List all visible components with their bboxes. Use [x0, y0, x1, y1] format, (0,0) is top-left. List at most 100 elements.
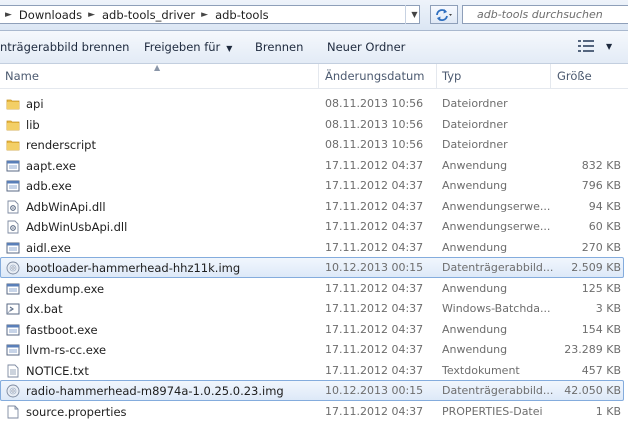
file-date: 08.11.2013 10:56	[325, 117, 424, 131]
file-size: 457 KB	[581, 363, 621, 377]
file-list: api 08.11.2013 10:56 Dateiordner lib 08.11.2…	[0, 93, 628, 421]
file-size: 60 KB	[588, 220, 621, 233]
file-name: api	[26, 97, 44, 111]
burn-image-button[interactable]: nträgerabbild brennen	[0, 40, 129, 54]
file-row[interactable]: NOTICE.txt 17.11.2012 04:37 Textdokument 45…	[0, 360, 624, 381]
chevron-down-icon: ▼	[226, 44, 233, 53]
file-date: 17.11.2012 04:37	[325, 158, 424, 172]
file-row[interactable]: bootloader-hammerhead-hhz11k.img 10.12.20…	[0, 257, 624, 278]
command-toolbar: nträgerabbild brennen Freigeben für ▼ Bre…	[0, 31, 628, 64]
file-name: llvm-rs-cc.exe	[26, 343, 107, 357]
breadcrumb-downloads[interactable]: Downloads	[19, 8, 82, 22]
column-header-row: ▲ Name Änderungsdatum Typ Größe	[0, 63, 628, 89]
file-date: 17.11.2012 04:37	[325, 322, 424, 336]
file-size: 154 KB	[581, 322, 621, 336]
file-row[interactable]: AdbWinUsbApi.dll 17.11.2012 04:37 Anwendun…	[0, 216, 624, 237]
file-row[interactable]: AdbWinApi.dll 17.11.2012 04:37 Anwendungse…	[0, 196, 624, 217]
burn-button[interactable]: Brennen	[255, 40, 303, 54]
generic-file-icon	[6, 405, 20, 419]
column-divider[interactable]	[436, 64, 437, 88]
text-file-icon	[6, 364, 20, 378]
file-name: aapt.exe	[26, 158, 76, 173]
file-name: adb.exe	[26, 179, 72, 193]
file-row[interactable]: radio-hammerhead-m8974a-1.0.25.0.23.img 1…	[0, 380, 624, 401]
file-type: Anwendungserwe...	[442, 199, 551, 213]
file-row[interactable]: source.properties 17.11.2012 04:37 PROPERT…	[0, 401, 624, 422]
file-row[interactable]: fastboot.exe 17.11.2012 04:37 Anwendung 154…	[0, 319, 624, 340]
search-box[interactable]	[462, 5, 628, 24]
file-date: 17.11.2012 04:37	[325, 281, 424, 295]
file-name: radio-hammerhead-m8974a-1.0.25.0.23.img	[26, 384, 284, 398]
column-header-type[interactable]: Typ	[442, 69, 461, 83]
file-size: 270 KB	[581, 240, 621, 254]
exe-icon	[6, 241, 20, 255]
new-folder-button[interactable]: Neuer Ordner	[327, 40, 405, 54]
share-with-button[interactable]: Freigeben für ▼	[144, 40, 232, 54]
file-size: 832 KB	[581, 158, 621, 172]
file-row[interactable]: aapt.exe 17.11.2012 04:37 Anwendung 832 KB	[0, 155, 624, 176]
file-type: Dateiordner	[442, 97, 508, 110]
disc-image-icon	[6, 261, 20, 275]
column-divider[interactable]	[318, 64, 319, 88]
breadcrumb[interactable]: ► Downloads ► adb-tools_driver ► adb-too…	[0, 5, 420, 24]
file-size: 23.289 KB	[564, 343, 621, 356]
breadcrumb-adb-tools-driver[interactable]: adb-tools_driver	[102, 8, 195, 22]
file-date: 17.11.2012 04:37	[325, 343, 424, 356]
file-name: source.properties	[26, 404, 127, 419]
file-row[interactable]: aidl.exe 17.11.2012 04:37 Anwendung 270 KB	[0, 237, 624, 258]
file-row[interactable]: lib 08.11.2013 10:56 Dateiordner	[0, 114, 624, 135]
address-history-dropdown[interactable]: ▼	[405, 5, 423, 24]
file-row[interactable]: api 08.11.2013 10:56 Dateiordner	[0, 93, 624, 114]
file-type: Textdokument	[442, 363, 520, 377]
file-date: 17.11.2012 04:37	[325, 302, 424, 315]
file-date: 10.12.2013 00:15	[325, 384, 424, 397]
file-size: 796 KB	[581, 179, 621, 192]
column-header-size[interactable]: Größe	[557, 69, 592, 83]
chevron-right-icon[interactable]: ►	[0, 10, 19, 20]
file-row[interactable]: dx.bat 17.11.2012 04:37 Windows-Batchda...…	[0, 298, 624, 319]
file-name: renderscript	[26, 138, 96, 152]
file-date: 17.11.2012 04:37	[325, 363, 424, 377]
file-date: 17.11.2012 04:37	[325, 404, 424, 418]
file-size: 42.050 KB	[564, 384, 621, 397]
bat-icon	[6, 302, 20, 316]
file-type: Dateiordner	[442, 138, 508, 151]
file-name: NOTICE.txt	[26, 363, 89, 378]
chevron-down-icon: ▼	[606, 41, 613, 51]
file-row[interactable]: llvm-rs-cc.exe 17.11.2012 04:37 Anwendung 2…	[0, 339, 624, 360]
column-header-date[interactable]: Änderungsdatum	[325, 69, 424, 83]
burn-image-label: nträgerabbild brennen	[0, 40, 130, 54]
breadcrumb-adb-tools[interactable]: adb-tools	[215, 8, 269, 22]
folder-icon	[6, 118, 20, 132]
chevron-right-icon[interactable]: ►	[195, 10, 215, 20]
file-type: Anwendung	[442, 240, 508, 254]
file-type: Anwendung	[442, 343, 508, 356]
details-view-icon	[578, 40, 594, 52]
file-date: 08.11.2013 10:56	[325, 138, 424, 151]
file-name: AdbWinUsbApi.dll	[26, 220, 128, 234]
change-view-button[interactable]: ▼	[578, 40, 612, 52]
file-name: dx.bat	[26, 302, 63, 316]
column-header-name[interactable]: Name	[5, 69, 39, 83]
file-size: 2.509 KB	[571, 261, 621, 274]
folder-icon	[6, 97, 20, 111]
folder-icon	[6, 138, 20, 152]
file-name: AdbWinApi.dll	[26, 199, 106, 214]
file-name: lib	[26, 117, 40, 132]
refresh-button[interactable]	[430, 5, 458, 24]
file-name: bootloader-hammerhead-hhz11k.img	[26, 261, 241, 275]
file-type: Datenträgerabbild...	[442, 384, 554, 397]
file-date: 10.12.2013 00:15	[325, 261, 424, 274]
file-type: Anwendungserwe...	[442, 220, 551, 233]
column-divider[interactable]	[550, 64, 551, 88]
file-row[interactable]: adb.exe 17.11.2012 04:37 Anwendung 796 KB	[0, 175, 624, 196]
file-row[interactable]: dexdump.exe 17.11.2012 04:37 Anwendung 125 …	[0, 278, 624, 299]
file-type: Anwendung	[442, 281, 508, 295]
file-row[interactable]: renderscript 08.11.2013 10:56 Dateiordner	[0, 134, 624, 155]
search-input[interactable]	[477, 8, 617, 21]
exe-icon	[6, 323, 20, 337]
chevron-right-icon[interactable]: ►	[82, 10, 102, 20]
exe-icon	[6, 159, 20, 173]
file-type: Anwendung	[442, 158, 508, 172]
sort-ascending-icon: ▲	[154, 63, 161, 72]
